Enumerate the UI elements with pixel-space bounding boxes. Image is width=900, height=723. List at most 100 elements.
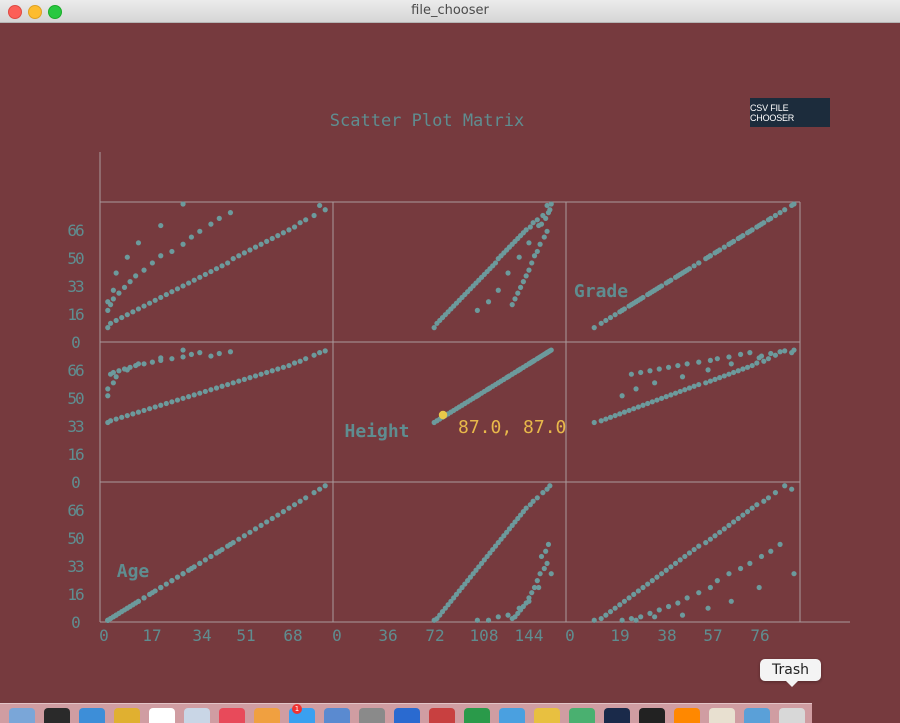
excel-icon[interactable]	[464, 708, 490, 723]
data-point	[591, 325, 597, 331]
folder-icon[interactable]	[744, 708, 770, 723]
data-point	[707, 357, 713, 363]
data-point	[180, 571, 186, 577]
data-point	[717, 375, 723, 381]
x-tick-label: 0	[565, 626, 575, 645]
data-point	[297, 498, 303, 504]
data-point	[647, 610, 653, 616]
data-point	[631, 591, 637, 598]
data-point	[434, 320, 440, 326]
data-point	[107, 320, 114, 326]
data-point	[225, 381, 231, 388]
chrome-icon[interactable]	[114, 708, 140, 723]
data-point	[509, 615, 515, 622]
data-point	[135, 306, 142, 312]
data-point	[530, 220, 536, 226]
data-point	[761, 358, 767, 364]
x-tick-label: 0	[332, 626, 342, 645]
data-point	[286, 505, 292, 511]
data-point	[714, 356, 720, 362]
safari-icon[interactable]	[79, 708, 105, 723]
data-point	[658, 395, 665, 401]
data-point	[663, 567, 669, 573]
calendar-icon[interactable]	[149, 708, 175, 723]
data-point	[768, 548, 774, 554]
data-point	[105, 307, 111, 313]
x-tick-label: 38	[657, 626, 676, 645]
data-point	[247, 529, 253, 535]
data-point	[789, 486, 795, 492]
data-point	[119, 414, 125, 420]
java-icon[interactable]	[709, 708, 735, 723]
data-point	[756, 355, 762, 361]
data-point	[191, 392, 197, 398]
data-point	[113, 317, 119, 324]
data-point	[291, 224, 298, 230]
data-point	[474, 617, 480, 623]
terminal-red-icon[interactable]	[429, 708, 455, 723]
data-point	[679, 612, 686, 618]
data-point	[749, 505, 755, 511]
data-point	[707, 584, 713, 591]
data-point	[133, 273, 139, 279]
data-point	[675, 362, 681, 369]
data-point	[141, 267, 147, 273]
p-app-icon[interactable]	[604, 708, 630, 723]
data-point	[675, 273, 681, 279]
data-point	[617, 602, 623, 608]
dashboard-icon[interactable]	[44, 708, 70, 723]
data-point	[747, 228, 753, 234]
data-point	[628, 615, 634, 622]
terminal-icon[interactable]	[639, 708, 665, 723]
data-point	[124, 312, 130, 318]
data-point	[536, 222, 542, 229]
pycharm-icon[interactable]	[569, 708, 595, 723]
preview-icon[interactable]	[184, 708, 210, 723]
finder-icon[interactable]	[9, 708, 35, 723]
data-point	[230, 256, 236, 262]
data-point	[679, 270, 686, 276]
word-icon[interactable]	[394, 708, 420, 723]
network-icon[interactable]	[499, 708, 525, 723]
data-point	[675, 600, 681, 606]
data-point	[633, 617, 639, 623]
data-point	[668, 564, 674, 570]
data-point	[703, 540, 709, 546]
data-point	[523, 273, 529, 279]
diag-label-height: Height	[344, 421, 409, 442]
data-point	[505, 612, 511, 618]
xcode-icon[interactable]	[324, 708, 350, 723]
system-preferences-icon[interactable]	[359, 708, 385, 723]
data-point	[116, 368, 122, 374]
data-point	[756, 222, 762, 229]
data-point	[431, 325, 437, 331]
photos-icon[interactable]	[534, 708, 560, 723]
x-tick-label: 108	[470, 626, 499, 645]
data-point	[147, 300, 153, 306]
data-point	[169, 578, 175, 584]
data-point	[677, 388, 683, 395]
csv-file-chooser-button[interactable]: CSV FILE CHOOSER	[750, 98, 830, 127]
data-point	[591, 617, 597, 623]
data-point	[654, 397, 660, 403]
data-point	[191, 277, 197, 283]
data-point	[619, 393, 625, 399]
data-point	[677, 557, 683, 563]
ibooks-icon[interactable]	[254, 708, 280, 723]
data-point	[236, 536, 242, 542]
data-point	[772, 352, 779, 358]
chart-title: Scatter Plot Matrix	[330, 111, 524, 131]
trash-icon[interactable]	[779, 708, 805, 723]
x-tick-label: 36	[378, 626, 397, 645]
data-point	[105, 419, 111, 426]
data-point	[188, 234, 195, 240]
y-tick-label: 33	[67, 277, 84, 296]
itunes-icon[interactable]	[219, 708, 245, 723]
data-point	[782, 348, 788, 354]
data-point	[147, 406, 153, 412]
data-point	[495, 287, 501, 293]
data-point	[791, 571, 797, 577]
sublime-icon[interactable]	[674, 708, 700, 723]
data-point	[110, 614, 116, 620]
diag-label-age: Age	[117, 561, 150, 582]
